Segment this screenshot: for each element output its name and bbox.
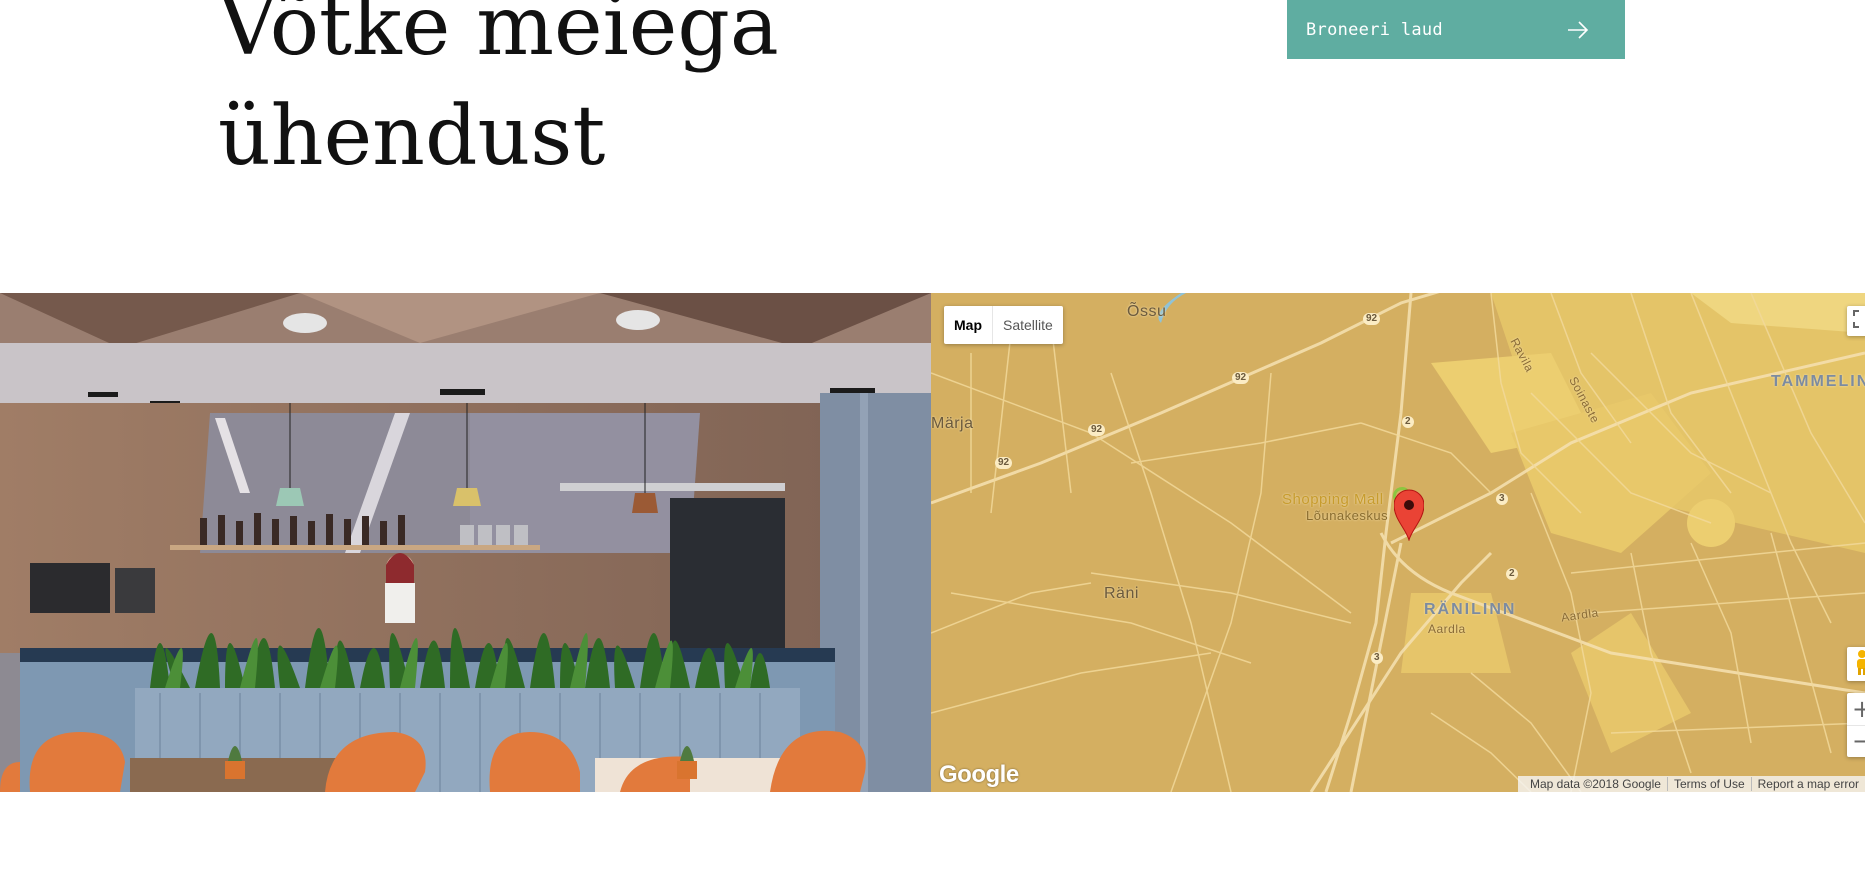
page-heading: Võtke meiega ühendust xyxy=(218,0,918,192)
map-type-satellite-button[interactable]: Satellite xyxy=(993,306,1063,344)
road-number-3-a: 3 xyxy=(1496,493,1508,505)
location-marker-icon[interactable] xyxy=(1393,489,1425,546)
zoom-out-button[interactable]: − xyxy=(1847,726,1865,758)
zoom-control: + − xyxy=(1847,693,1865,757)
arrow-right-icon xyxy=(1567,20,1589,39)
road-number-92-b: 92 xyxy=(1232,372,1250,384)
location-map[interactable]: Map Satellite Õssu Märja Räni RÄNILINN T… xyxy=(931,293,1865,792)
fullscreen-button[interactable] xyxy=(1847,306,1865,336)
road-number-2-a: 2 xyxy=(1402,416,1414,428)
place-label-mall-name: Lõunakeskus xyxy=(1306,508,1389,523)
place-label-ranilinn: RÄNILINN xyxy=(1424,601,1517,618)
road-number-92-c: 92 xyxy=(1088,424,1106,436)
map-type-map-button[interactable]: Map xyxy=(944,306,993,344)
map-type-control: Map Satellite xyxy=(944,306,1063,344)
book-table-button[interactable]: Broneeri laud xyxy=(1287,0,1625,59)
place-label-rani: Räni xyxy=(1104,585,1139,602)
road-number-3-b: 3 xyxy=(1371,652,1383,664)
restaurant-photo xyxy=(0,293,931,792)
terms-of-use-link[interactable]: Terms of Use xyxy=(1666,777,1751,791)
road-number-92-a: 92 xyxy=(1363,313,1381,325)
map-attribution: Map data ©2018 Google Terms of Use Repor… xyxy=(1518,776,1865,792)
road-number-2-b: 2 xyxy=(1506,568,1518,580)
google-logo[interactable]: Google xyxy=(939,761,1019,789)
heading-line-2: ühendust xyxy=(218,89,606,184)
road-number-92-d: 92 xyxy=(995,457,1013,469)
report-map-error-link[interactable]: Report a map error xyxy=(1750,777,1865,791)
place-label-tammelinn: TAMMELINN xyxy=(1771,373,1865,390)
street-view-pegman[interactable] xyxy=(1847,647,1865,681)
book-table-label: Broneeri laud xyxy=(1306,19,1443,40)
zoom-in-button[interactable]: + xyxy=(1847,693,1865,726)
road-label-aardla-1: Aardla xyxy=(1428,622,1466,636)
place-label-ossu: Õssu xyxy=(1127,303,1167,320)
place-label-mall: Shopping Mall xyxy=(1282,491,1384,508)
place-label-marja: Märja xyxy=(931,415,974,432)
heading-line-1: Võtke meiega xyxy=(218,0,779,74)
fullscreen-icon xyxy=(1853,309,1865,333)
map-data-credit: Map data ©2018 Google xyxy=(1530,777,1661,791)
pegman-icon xyxy=(1855,649,1865,680)
